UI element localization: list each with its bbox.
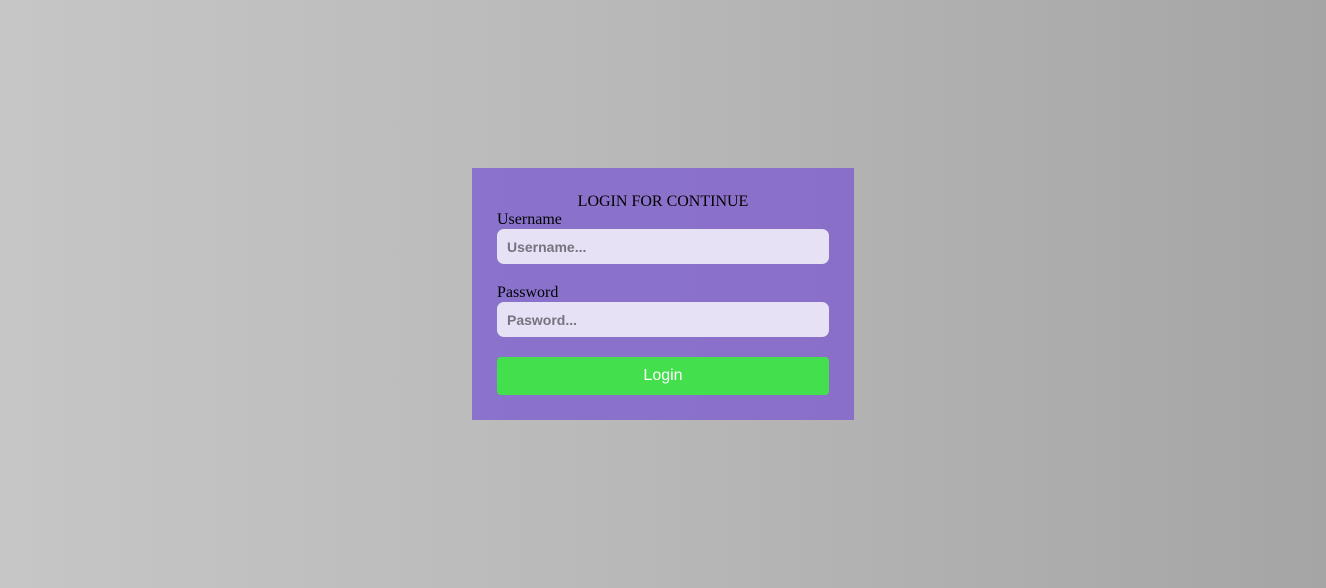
password-input[interactable] [497,302,829,337]
login-button[interactable]: Login [497,357,829,395]
username-label: Username [497,211,562,228]
password-label: Password [497,284,559,301]
login-title: LOGIN FOR CONTINUE [577,193,749,210]
username-input[interactable] [497,229,829,264]
